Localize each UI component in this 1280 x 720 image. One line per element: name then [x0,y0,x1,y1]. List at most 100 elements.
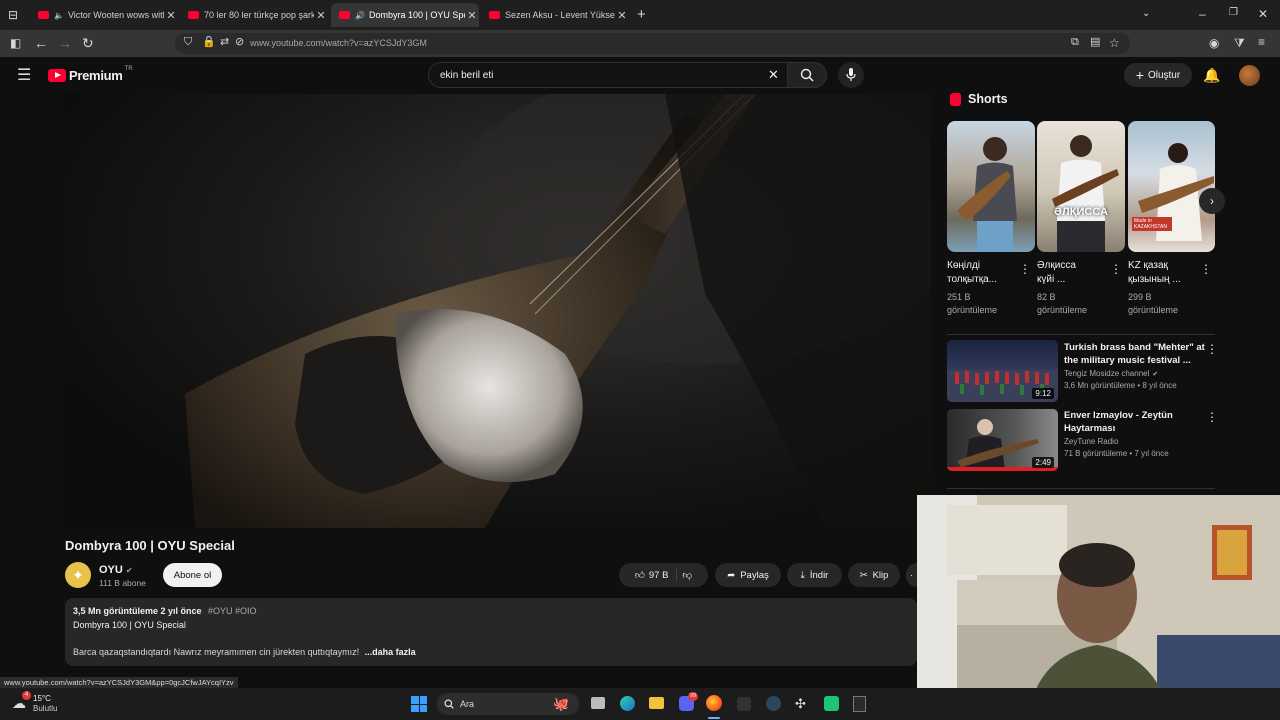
recommended-video-1-channel[interactable]: Tengiz Mosidze channel [1064,369,1149,378]
tab-2[interactable]: 70 ler 80 ler türkçe pop şarkıları ✕ [180,3,328,27]
short-3-more-icon[interactable]: ⋮ [1200,262,1212,276]
address-bar[interactable]: ⛉ 🔒 ⇄ ⊘ www.youtube.com/watch?v=azYCSJdY… [175,33,1130,54]
search-input[interactable]: ekin beril eti ✕ [428,62,788,88]
tracking-icon[interactable]: ⊘ [235,37,244,48]
hashtags[interactable]: #OYU #OIO [208,606,257,616]
firefox-icon[interactable] [706,695,722,711]
tab-2-close-icon[interactable]: ✕ [314,9,328,22]
short-2-title[interactable]: Әлқисса күйі ... [1037,259,1109,287]
recommended-video-1-info[interactable]: Turkish brass band "Mehter" at the milit… [1064,341,1205,390]
scissors-icon: ✂ [859,569,868,581]
short-2-title-line-1: Әлқисса [1037,260,1076,271]
shorts-logo-icon [950,92,961,106]
epic-games-icon[interactable] [853,696,866,712]
show-more-link[interactable]: ...daha fazla [365,647,416,657]
picture-in-picture-icon[interactable]: ⧉ [1071,37,1079,48]
recommended-video-2-channel[interactable]: ZeyTune Radio [1064,437,1199,446]
minimize-icon[interactable]: – [1199,8,1206,20]
account-icon[interactable]: ◉ [1209,37,1219,49]
url-text[interactable]: www.youtube.com/watch?v=azYCSJdY3GM [250,38,427,48]
channel-name-row[interactable]: OYU ✔ [99,564,133,576]
weather-desc: Bulutlu [33,704,58,713]
taskbar-search[interactable]: Ara 🐙 [437,693,579,715]
channel-name[interactable]: OYU [99,564,123,576]
close-window-icon[interactable]: ✕ [1258,8,1268,20]
recommended-video-2-title-line-2: Haytarması [1064,423,1116,434]
extensions-icon[interactable]: ⧩ [1234,37,1245,49]
steam-icon[interactable] [766,696,781,711]
browser-tab-strip: ⊟ 🔈 Victor Wooten wows with h ✕ 70 ler 8… [0,0,1280,30]
subscribe-button[interactable]: Abone ol [163,563,222,587]
short-2-more-icon[interactable]: ⋮ [1110,262,1122,276]
maximize-icon[interactable]: ❐ [1229,8,1238,18]
channel-avatar[interactable]: ✦ [65,562,91,588]
permissions-icon[interactable]: ⇄ [220,37,229,48]
task-view-icon[interactable] [591,697,605,709]
voice-search-button[interactable] [838,62,864,88]
youtube-premium-logo[interactable]: Premium TR [48,66,133,83]
short-1-more-icon[interactable]: ⋮ [1019,262,1031,276]
download-button[interactable]: ⤓ İndir [787,563,842,587]
file-explorer-icon[interactable] [649,697,664,709]
tab-1-close-icon[interactable]: ✕ [164,9,178,22]
verified-check-icon: ✔ [125,565,133,575]
like-button[interactable]: 👍︎ 97 B [635,569,678,581]
short-1-views-line-2: görüntüleme [947,305,998,315]
weather-widget[interactable]: ☁ 4 15°C Bulutlu [12,691,72,715]
description-line-1: Dombyra 100 | OYU Special [73,620,186,630]
dislike-button[interactable]: 👎︎ [682,569,692,581]
shorts-next-button[interactable]: › [1199,188,1225,214]
recommended-video-1-more-icon[interactable]: ⋮ [1206,342,1218,356]
bookmark-star-icon[interactable]: ☆ [1109,37,1120,49]
speaker-icon[interactable]: 🔊 [355,11,365,20]
reload-icon[interactable]: ↻ [82,36,94,50]
user-avatar[interactable] [1239,65,1260,86]
recommended-thumbnail-2[interactable]: 2:49 [947,409,1058,471]
recommended-video-2-more-icon[interactable]: ⋮ [1206,410,1218,424]
recommended-thumbnail-1[interactable]: 9:12 [947,340,1058,402]
new-tab-button[interactable]: + [637,7,646,22]
recommended-video-2-info[interactable]: Enver Izmaylov - Zeytün Haytarması ZeyTu… [1064,409,1199,458]
lock-icon[interactable]: 🔒 [202,37,216,48]
video-player[interactable] [65,94,931,528]
app-icon[interactable] [737,697,751,711]
shield-icon[interactable]: ⛉ [184,37,192,48]
search-query-text: ekin beril eti [440,70,494,81]
tab-4[interactable]: Sezen Aksu - Levent Yüksel - Se ✕ [481,3,629,27]
tab-3-close-icon[interactable]: ✕ [465,9,479,22]
search-button[interactable] [787,62,827,88]
speaker-muted-icon[interactable]: 🔈 [54,11,64,20]
hamburger-menu-icon[interactable]: ☰ [17,68,31,84]
green-app-icon[interactable] [824,696,839,711]
tab-list-chevron-icon[interactable]: ⌄ [1142,9,1150,19]
duration-badge: 9:12 [1032,388,1054,399]
edge-icon[interactable] [620,696,635,711]
description-box[interactable]: 3,5 Mn görüntüleme 2 yıl önce #OYU #OIO … [65,598,917,666]
sidebar-toggle-icon[interactable]: ◧ [10,37,21,49]
webcam-overlay [917,495,1280,720]
musician-figure-icon [1052,135,1119,252]
share-button[interactable]: ➦ Paylaş [715,563,781,587]
short-thumbnail-3[interactable]: Made in KAZAKHSTAN [1128,121,1215,252]
tool-icon[interactable]: ✣ [795,696,810,711]
recommended-video-1-title-line-1: Turkish brass band "Mehter" at [1064,342,1205,353]
short-thumbnail-1[interactable] [947,121,1035,252]
reader-view-icon[interactable]: ▤ [1090,37,1100,48]
menu-icon[interactable]: ≡ [1258,36,1265,48]
clear-search-icon[interactable]: ✕ [768,68,779,81]
tab-1[interactable]: 🔈 Victor Wooten wows with h ✕ [30,3,178,27]
tab-3-active[interactable]: 🔊 Dombyra 100 | OYU Special ✕ [331,3,479,27]
clip-button[interactable]: ✂ Klip [848,563,900,587]
notifications-bell-icon[interactable]: 🔔 [1203,68,1220,82]
short-1-title[interactable]: Көңілді толқытқа... [947,259,1019,287]
more-actions-button[interactable]: · [906,563,917,587]
create-button[interactable]: + Oluştur [1124,63,1192,87]
back-icon[interactable]: ← [34,36,48,50]
tab-actions-icon[interactable]: ⊟ [8,9,18,21]
microphone-icon [846,68,856,81]
short-3-title[interactable]: KZ қазақ қызының ... [1128,259,1200,287]
forward-icon[interactable]: → [58,36,72,50]
tab-4-close-icon[interactable]: ✕ [615,9,629,22]
short-thumbnail-2[interactable]: ӘЛҚИССА [1037,121,1125,252]
start-button[interactable] [411,696,427,712]
